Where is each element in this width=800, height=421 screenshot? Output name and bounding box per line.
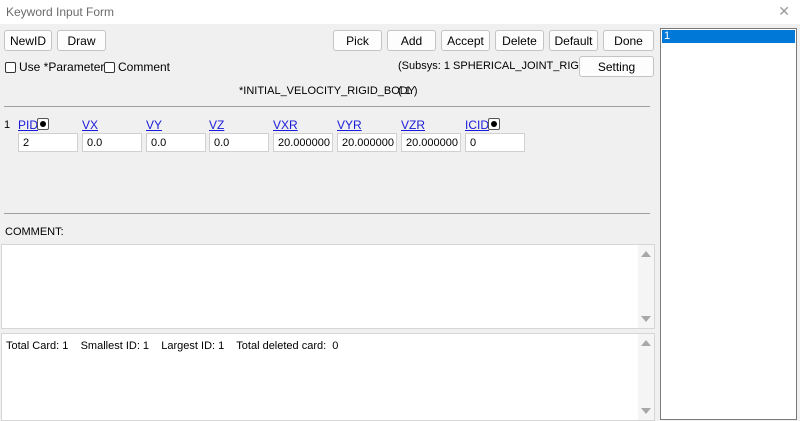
field-label-vyr[interactable]: VYR [337,118,362,132]
draw-button[interactable]: Draw [57,30,106,51]
title-bar: Keyword Input Form ✕ [0,0,800,24]
delete-button[interactable]: Delete [495,30,544,51]
field-label-vx[interactable]: VX [82,118,98,132]
comment-checkbox[interactable]: Comment [104,60,170,74]
window-title: Keyword Input Form [6,5,115,19]
checkbox-box[interactable] [104,61,115,73]
accept-button[interactable]: Accept [441,30,490,51]
close-icon[interactable]: ✕ [778,3,790,20]
scroll-down-icon[interactable] [641,316,651,322]
pid-input[interactable]: 2 [18,133,78,152]
done-button[interactable]: Done [603,30,654,51]
subsys-label: (Subsys: 1 SPHERICAL_JOINT_RIGID.k) [398,60,603,72]
pid-pick-icon[interactable] [37,118,49,130]
default-button[interactable]: Default [549,30,598,51]
field-label-vz[interactable]: VZ [209,118,224,132]
comment-checkbox-label: Comment [118,60,171,74]
setting-button[interactable]: Setting [579,56,654,77]
add-button[interactable]: Add [387,30,436,51]
scroll-up-icon[interactable] [641,340,651,346]
id-list[interactable]: 1 [660,28,797,420]
field-label-pid[interactable]: PID [18,118,38,132]
use-parameter-label: Use *Parameter [19,60,105,74]
vyr-input[interactable]: 20.000000 [337,133,397,152]
keyword-title: *INITIAL_VELOCITY_RIGID_BODY [239,85,416,97]
icid-pick-icon[interactable] [488,118,500,130]
vz-input[interactable]: 0.0 [209,133,269,152]
status-scrollbar[interactable] [638,334,654,420]
comment-textarea[interactable] [1,244,655,329]
keyword-count: ( 1 ) [398,85,418,97]
vxr-input[interactable]: 20.000000 [273,133,333,152]
field-label-vy[interactable]: VY [146,118,162,132]
card-number: 1 [4,119,11,131]
field-label-icid[interactable]: ICID [465,118,489,132]
comment-scrollbar[interactable] [638,245,654,328]
comment-label: COMMENT: [5,226,64,238]
divider [4,213,650,214]
field-label-vzr[interactable]: VZR [401,118,425,132]
status-text: Total Card: 1 Smallest ID: 1 Largest ID:… [6,340,339,352]
vzr-input[interactable]: 20.000000 [401,133,461,152]
use-parameter-checkbox[interactable]: Use *Parameter [5,60,104,74]
checkbox-box[interactable] [5,61,16,73]
icid-input[interactable]: 0 [465,133,525,152]
scroll-down-icon[interactable] [641,408,651,414]
vy-input[interactable]: 0.0 [146,133,206,152]
newid-button[interactable]: NewID [4,30,52,51]
vx-input[interactable]: 0.0 [82,133,142,152]
field-label-vxr[interactable]: VXR [273,118,298,132]
pick-button[interactable]: Pick [333,30,382,51]
status-area[interactable]: Total Card: 1 Smallest ID: 1 Largest ID:… [1,333,655,421]
divider [4,106,650,107]
scroll-up-icon[interactable] [641,251,651,257]
list-item[interactable]: 1 [662,30,795,43]
